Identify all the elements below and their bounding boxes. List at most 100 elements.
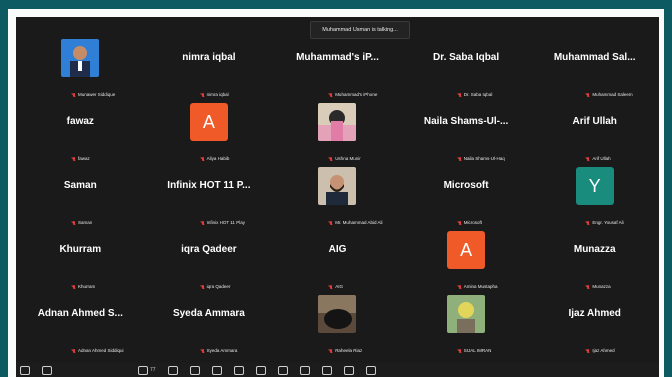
mute-button[interactable] [20, 365, 30, 375]
participant-display-name: Adnan Ahmed S... [37, 308, 123, 319]
participant-display-name: Naila Shams-Ul-... [423, 116, 509, 127]
apps-icon [277, 365, 288, 375]
participant-display-name: fawaz [66, 116, 94, 127]
participant-tile[interactable]: A Amina Mustapha [402, 231, 531, 295]
muted-mic-icon [72, 348, 76, 353]
camera-icon [42, 365, 52, 375]
participant-tile[interactable]: SIJAL IMRAN [402, 295, 531, 359]
participant-name: Ushna Munir [335, 156, 361, 161]
participant-tile[interactable]: fawaz fawaz [16, 103, 145, 167]
heart-icon [189, 365, 200, 375]
muted-mic-icon [201, 348, 205, 353]
captions-button[interactable] [343, 365, 354, 375]
info-button[interactable] [321, 365, 332, 375]
muted-mic-icon [72, 220, 76, 225]
participant-name-label: Microsoft [458, 220, 482, 225]
participant-photo [318, 295, 357, 333]
participant-tile[interactable]: Syeda Ammara Syeda Ammara [145, 295, 274, 359]
participant-name: Amina Mustapha [463, 284, 498, 289]
participant-name: Khurram [78, 284, 96, 289]
participant-name: Syeda Ammara [206, 348, 238, 353]
participant-tile[interactable]: Y Engr. Yousaf Ali [530, 167, 659, 231]
participant-name-label: Adnan Ahmed Siddiqui [72, 348, 124, 353]
participant-name-label: fawaz [72, 156, 90, 161]
participant-photo [61, 39, 100, 77]
participant-name: Naila Shams-Ul-Haq [463, 156, 505, 161]
participant-tile[interactable]: iqra Qadeer iqra Qadeer [145, 231, 274, 295]
chat-button[interactable] [167, 365, 178, 375]
participant-name-label: Syeda Ammara [201, 348, 238, 353]
sparkle-icon [255, 365, 266, 375]
participant-display-name: iqra Qadeer [181, 244, 237, 255]
participant-tile[interactable]: Microsoft Microsoft [402, 167, 531, 231]
people-icon [138, 365, 148, 375]
muted-mic-icon [201, 92, 205, 97]
participant-display-name: Munazza [573, 244, 616, 255]
avatar: Y [575, 167, 614, 205]
participant-tile[interactable]: Khurram Khurram [16, 231, 145, 295]
avatar: A [189, 103, 228, 141]
participant-tile[interactable]: Mr. Muhammad Abid Ali [273, 167, 402, 231]
muted-mic-icon [329, 220, 333, 225]
muted-mic-icon [458, 156, 462, 161]
participant-tile[interactable]: Muhammad's iP... Muhammad's iPhone [273, 39, 402, 103]
apps-button[interactable] [277, 365, 288, 375]
share-button[interactable] [211, 365, 222, 375]
participant-display-name: Syeda Ammara [172, 308, 245, 319]
participant-name-label: Ijaz Ahmed [586, 348, 615, 353]
participant-name: Dr. Saba Iqbal [463, 92, 493, 97]
participant-display-name: Muhammad's iP... [296, 52, 379, 63]
muted-mic-icon [586, 92, 590, 97]
participant-name-label: Aliya Habib [201, 156, 230, 161]
participant-tile[interactable]: Adnan Ahmed S... Adnan Ahmed Siddiqui [16, 295, 145, 359]
participant-tile[interactable]: Arif Ullah Arif Ullah [530, 103, 659, 167]
muted-mic-icon [329, 284, 333, 289]
participant-tile[interactable]: Infinix HOT 11 P... Infinix HOT 11 Play [145, 167, 274, 231]
participant-name: Munazza [592, 284, 611, 289]
participant-name-label: iqra Qadeer [201, 284, 230, 289]
participant-tile[interactable]: Saman Saman [16, 167, 145, 231]
participant-tile[interactable]: AIG AIG [273, 231, 402, 295]
participant-tile[interactable]: Muhammad Sal... Muhammad Saleem [530, 39, 659, 103]
muted-mic-icon [201, 284, 205, 289]
participant-name-label: Ushna Munir [329, 156, 361, 161]
more-button[interactable] [365, 365, 376, 375]
participant-tile[interactable]: Ushna Munir [273, 103, 402, 167]
participant-name: Muhammad Saleem [592, 92, 633, 97]
microphone-icon [20, 365, 30, 375]
participant-name: Aliya Habib [206, 156, 230, 161]
avatar: A [447, 231, 486, 269]
video-button[interactable] [42, 365, 52, 375]
participant-name-label: Muhammad Saleem [586, 92, 633, 97]
participant-photo [318, 167, 357, 205]
record-button[interactable] [299, 365, 310, 375]
muted-mic-icon [72, 92, 76, 97]
participant-tile[interactable]: Munazza Munazza [530, 231, 659, 295]
participant-name-label: Muhammad's iPhone [329, 92, 377, 97]
participant-tile[interactable]: A Aliya Habib [145, 103, 274, 167]
participant-tile[interactable]: nimra iqbal nimra iqbal [145, 39, 274, 103]
participant-tile[interactable]: Dr. Saba Iqbal Dr. Saba Iqbal [402, 39, 531, 103]
info-icon [321, 365, 332, 375]
react-button[interactable] [189, 365, 200, 375]
participant-name: Munawer Siddique [78, 92, 116, 97]
participant-tile[interactable]: Munawer Siddique [16, 39, 145, 103]
participant-name: fawaz [78, 156, 90, 161]
meeting-toolbar: 77 [16, 363, 659, 377]
muted-mic-icon [586, 220, 590, 225]
muted-mic-icon [329, 348, 333, 353]
participant-name: Saman [78, 220, 93, 225]
ai-companion-button[interactable] [255, 365, 266, 375]
participant-tile[interactable]: Ijaz Ahmed Ijaz Ahmed [530, 295, 659, 359]
muted-mic-icon [458, 348, 462, 353]
participants-button[interactable]: 77 [138, 365, 156, 375]
participant-display-name: nimra iqbal [182, 52, 236, 63]
muted-mic-icon [586, 156, 590, 161]
participant-grid: Munawer Siddique nimra iqbal nimra iqbal Mu… [16, 39, 659, 359]
participant-display-name: Muhammad Sal... [553, 52, 636, 63]
participant-name: Arif Ullah [592, 156, 611, 161]
participants-count: 77 [150, 367, 156, 373]
participant-tile[interactable]: Raheela Riaz [273, 295, 402, 359]
participant-tile[interactable]: Naila Shams-Ul-... Naila Shams-Ul-Haq [402, 103, 531, 167]
host-tools-button[interactable] [233, 365, 244, 375]
